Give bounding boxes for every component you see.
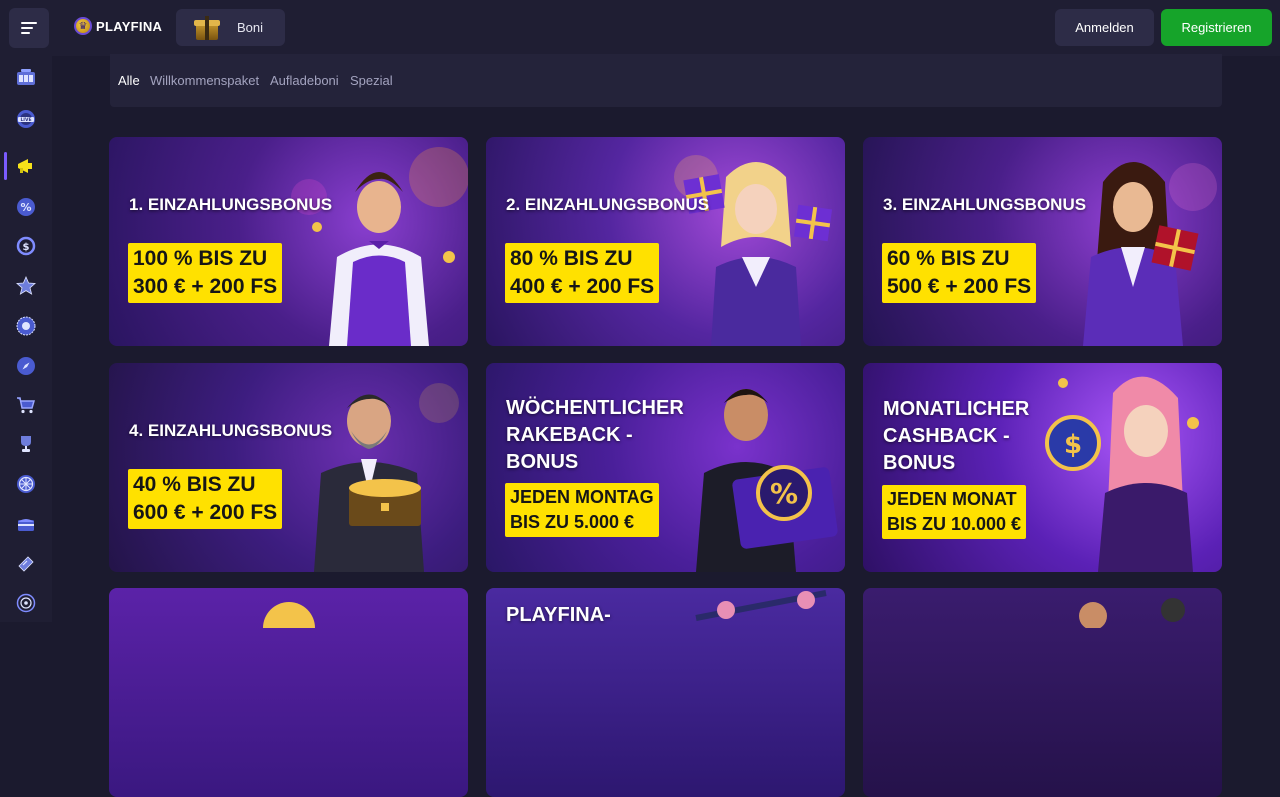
bonus-card-deposit-1[interactable]: 1. EINZAHLUNGSBONUS 100 % BIS ZU 300 € +… [109,137,468,346]
card-offer-tag: 60 % BIS ZU 500 € + 200 FS [882,243,1037,303]
star-icon [16,276,36,295]
sidebar-item-tournaments[interactable] [0,424,52,464]
offer-line-1: JEDEN MONTAG [510,487,654,507]
target-icon [16,593,36,613]
filter-tab-welcome-package[interactable]: Willkommenspaket [150,73,259,88]
bonus-card-row3-1[interactable] [109,588,468,797]
offer-line-2: BIS ZU 5.000 € [510,512,635,532]
svg-text:%: % [770,477,798,510]
card-title-line-3: BONUS [883,452,956,474]
offer-line-2: 600 € + 200 FS [133,501,278,524]
chest-icon [18,519,34,531]
menu-toggle-button[interactable] [9,8,49,48]
card-offer-tag: 100 % BIS ZU 300 € + 200 FS [128,243,283,303]
sidebar-item-favorites[interactable] [0,266,52,306]
login-button[interactable]: Anmelden [1055,9,1154,46]
gentleman-treasure-illustration [314,383,459,572]
card-title: MONATLICHER CASHBACK - BONUS [883,396,1029,477]
svg-text:$: $ [1064,430,1082,460]
sidebar-item-cashback[interactable]: $ [0,226,52,266]
card-offer-tag: JEDEN MONTAG BIS ZU 5.000 € [505,483,659,537]
card-title: 1. EINZAHLUNGSBONUS [129,195,333,214]
sidebar-item-bonus[interactable]: % [0,187,52,227]
sidebar-item-missions[interactable] [0,583,52,623]
compass-icon [17,357,35,375]
megaphone-icon [18,159,32,173]
logo-coin-icon: ♛ [74,17,92,35]
sidebar-item-shop[interactable] [0,385,52,425]
vip-badge-icon [16,316,36,336]
sidebar-item-vip[interactable] [0,306,52,346]
bonus-nav-button[interactable]: Boni [176,9,285,46]
sidebar-item-slots[interactable] [0,58,52,98]
card-title: PLAYFINA- [506,604,611,626]
sidebar-item-wheel[interactable] [0,464,52,504]
card-offer-tag: 80 % BIS ZU 400 € + 200 FS [505,243,660,303]
hamburger-icon [21,22,37,34]
live-casino-icon: LIVE [17,110,35,128]
bonus-card-monthly-cashback[interactable]: $ MONATLICHER CASHBACK - BONUS JEDEN MON… [863,363,1222,572]
hostess-illustration [674,155,833,346]
woman-gift-illustration [1083,162,1217,346]
sidebar-item-chest[interactable] [0,504,52,544]
offer-line-1: 80 % BIS ZU [510,247,633,270]
offer-line-1: 100 % BIS ZU [133,247,268,270]
percent-icon: % [17,198,35,216]
card-offer-tag: 40 % BIS ZU 600 € + 200 FS [128,469,283,529]
shop-cart-icon [17,397,35,414]
ticket-icon [18,556,34,572]
card-title: 4. EINZAHLUNGSBONUS [129,421,333,440]
card-title-line-2: RAKEBACK - [506,424,633,446]
card-title: 2. EINZAHLUNGSBONUS [506,195,710,214]
svg-text:%: % [20,201,31,214]
wheel-icon [17,475,35,493]
sidebar-item-tickets[interactable] [0,544,52,584]
bonus-card-deposit-3[interactable]: 3. EINZAHLUNGSBONUS 60 % BIS ZU 500 € + … [863,137,1222,346]
filter-tab-special[interactable]: Spezial [350,73,393,88]
host-illustration [291,147,468,346]
offer-line-2: 500 € + 200 FS [887,275,1032,298]
trophy-icon [21,436,31,452]
card-title: WÖCHENTLICHER RAKEBACK - BONUS [506,395,684,476]
man-percent-box-illustration: % [696,389,838,572]
card-title-line-1: MONATLICHER [883,398,1030,420]
register-button[interactable]: Registrieren [1161,9,1272,46]
cashback-icon: $ [16,236,36,256]
filter-tab-reload-bonus[interactable]: Aufladeboni [270,73,339,88]
woman-coin-illustration: $ [1045,376,1199,572]
figures-illustration [1079,598,1185,628]
svg-text:LIVE: LIVE [20,117,31,123]
ribbon-illustration [695,590,827,621]
top-bar: ♛ PLAYFINA Boni Anmelden Registrieren [0,0,1280,56]
bonus-card-row3-2[interactable]: PLAYFINA- [486,588,845,797]
bonus-card-deposit-2[interactable]: 2. EINZAHLUNGSBONUS 80 % BIS ZU 400 € + … [486,137,845,346]
card-title-line-1: WÖCHENTLICHER [506,397,684,419]
brand-logo[interactable]: ♛ PLAYFINA [74,17,162,35]
sidebar-item-live[interactable]: LIVE [0,99,52,139]
sidebar-item-explore[interactable] [0,346,52,386]
bonus-nav-label: Boni [237,20,264,35]
offer-line-2: BIS ZU 10.000 € [887,514,1022,534]
offer-line-1: JEDEN MONAT [887,489,1017,509]
card-offer-tag: JEDEN MONAT BIS ZU 10.000 € [882,485,1027,539]
bonus-card-deposit-4[interactable]: 4. EINZAHLUNGSBONUS 40 % BIS ZU 600 € + … [109,363,468,572]
offer-line-1: 40 % BIS ZU [133,473,256,496]
bonus-card-weekly-rakeback[interactable]: % WÖCHENTLICHER RAKEBACK - BONUS JEDEN M… [486,363,845,572]
sidebar-item-promotions[interactable] [0,146,52,186]
filter-tab-all[interactable]: Alle [118,73,140,88]
card-title: 3. EINZAHLUNGSBONUS [883,195,1087,214]
card-title-line-2: CASHBACK - [883,425,1010,447]
bonus-card-row3-3[interactable] [863,588,1222,797]
sidebar: LIVE % $ [0,56,52,622]
brand-name: PLAYFINA [96,18,163,34]
slots-icon [17,69,35,85]
offer-line-2: 400 € + 200 FS [510,275,655,298]
card-title-line-3: BONUS [506,451,579,473]
offer-line-2: 300 € + 200 FS [133,275,278,298]
offer-line-1: 60 % BIS ZU [887,247,1010,270]
coin-illustration [263,602,315,628]
gift-icon [194,15,220,41]
bonus-filter-bar: Alle Willkommenspaket Aufladeboni Spezia… [110,54,1222,107]
svg-text:$: $ [23,242,30,253]
